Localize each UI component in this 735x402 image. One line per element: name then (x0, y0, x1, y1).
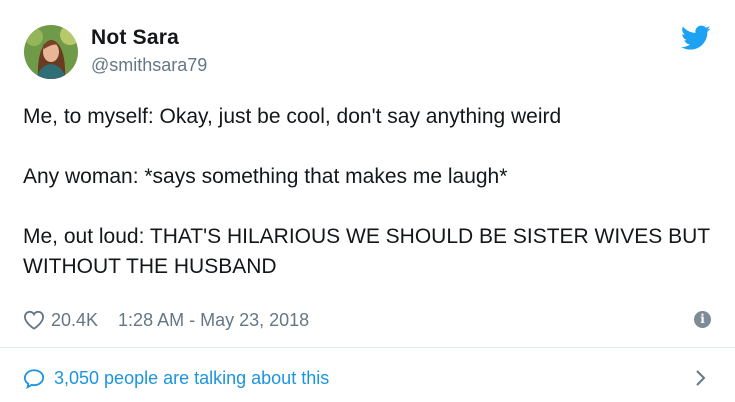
author-handle[interactable]: @smithsara79 (91, 55, 207, 76)
tweet-line: Any woman: *says something that makes me… (23, 165, 508, 188)
tweet-line: Me, to myself: Okay, just be cool, don't… (23, 105, 562, 128)
conversation-link[interactable]: 3,050 people are talking about this (23, 364, 715, 392)
conversation-label[interactable]: 3,050 people are talking about this (54, 368, 329, 389)
divider (0, 347, 735, 348)
tweet-timestamp[interactable]: 1:28 AM - May 23, 2018 (118, 310, 309, 331)
tweet-meta: 20.4K 1:28 AM - May 23, 2018 i (23, 303, 715, 337)
info-icon[interactable]: i (694, 311, 711, 328)
tweet-line: Me, out loud: THAT'S HILARIOUS WE SHOULD… (23, 225, 710, 278)
speech-bubble-icon (23, 368, 45, 389)
author-name[interactable]: Not Sara (91, 26, 179, 50)
avatar[interactable] (24, 25, 78, 79)
heart-icon[interactable] (23, 310, 45, 330)
tweet-text: Me, to myself: Okay, just be cool, don't… (23, 102, 713, 282)
twitter-bird-icon[interactable] (681, 25, 711, 51)
chevron-right-icon[interactable] (695, 369, 707, 387)
like-count[interactable]: 20.4K (51, 310, 98, 331)
